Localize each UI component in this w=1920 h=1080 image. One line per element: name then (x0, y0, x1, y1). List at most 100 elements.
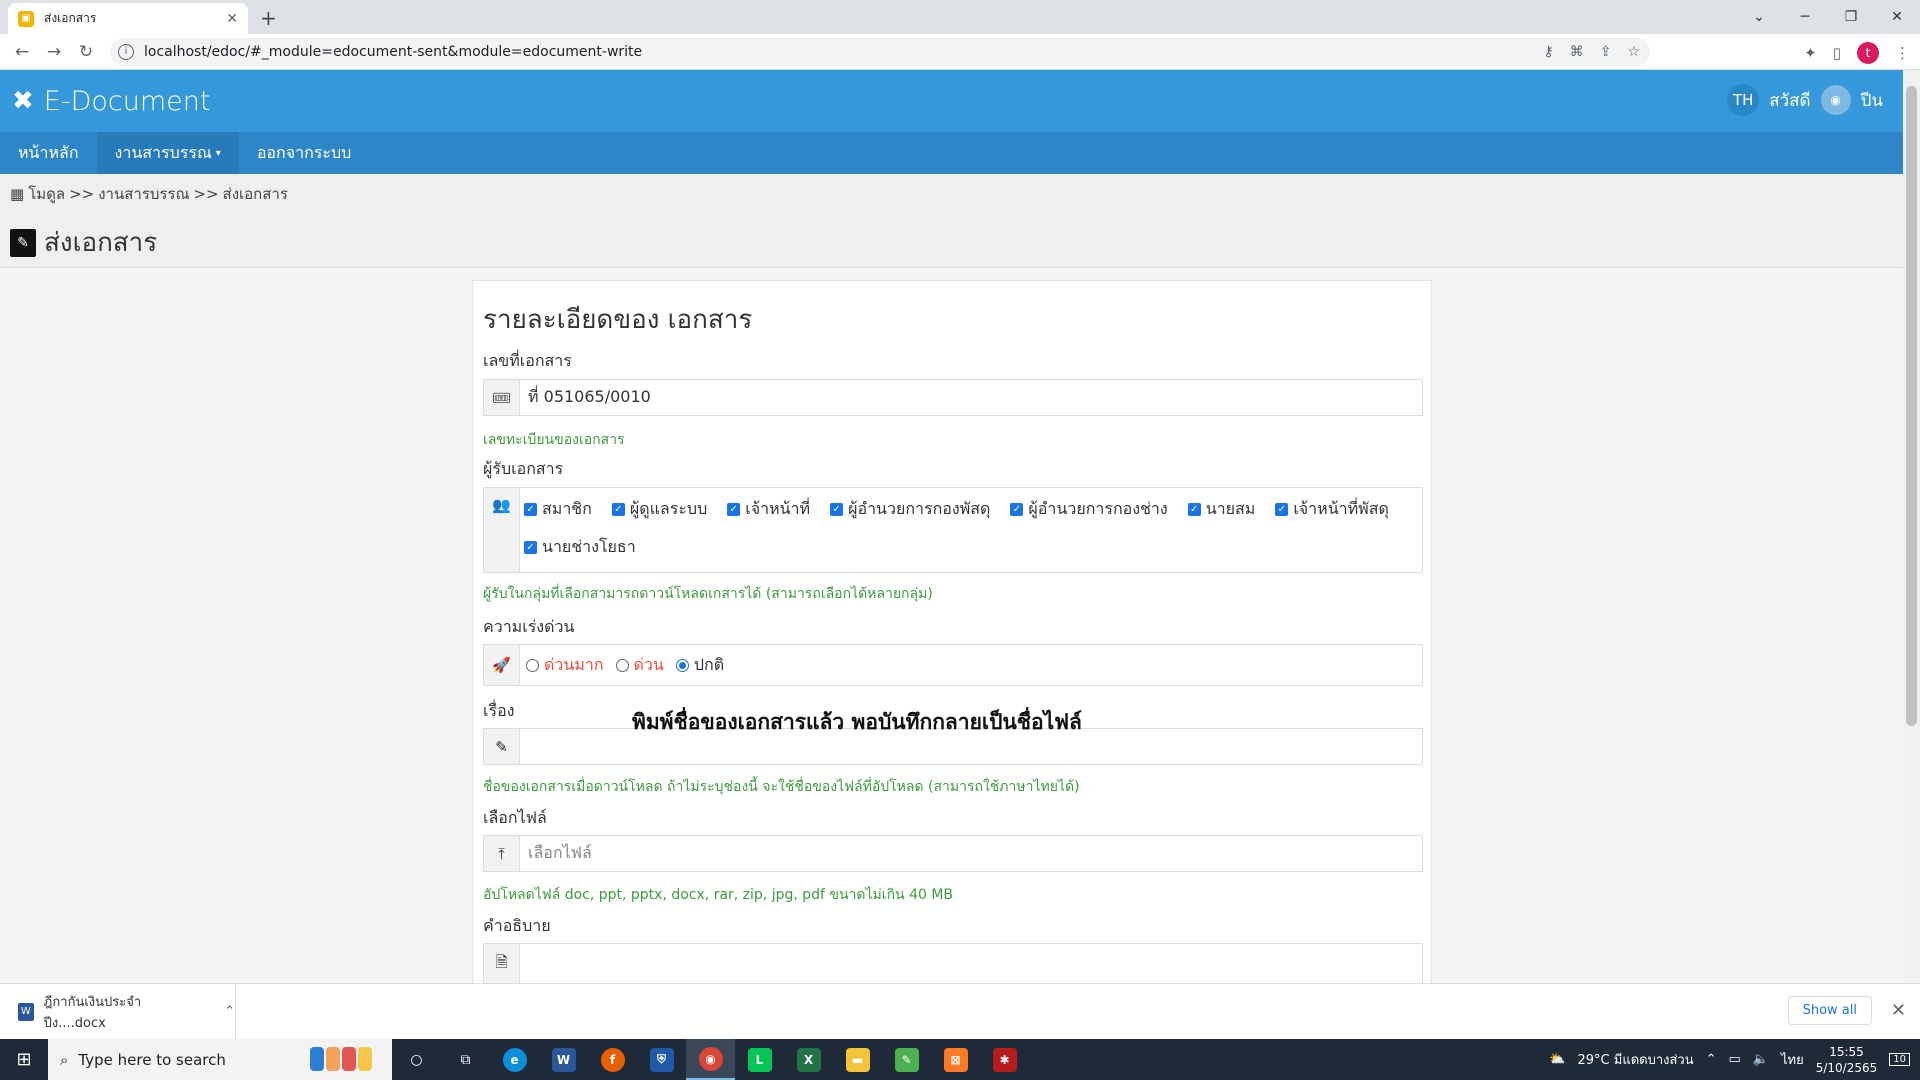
cortana-icon[interactable]: ○ (392, 1039, 441, 1080)
doc-no-label: เลขที่เอกสาร (483, 351, 572, 370)
minimize-icon[interactable]: ─ (1782, 3, 1828, 31)
username-text[interactable]: ปีน (1861, 87, 1883, 114)
recipient-label: สมาชิก (542, 498, 592, 518)
form-heading: รายละเอียดของ เอกสาร (483, 305, 753, 335)
checkbox-icon[interactable]: ✓ (524, 502, 537, 516)
recipient-checkbox[interactable]: ✓ นายช่างโยธา (524, 530, 636, 564)
tray-chevron-icon[interactable]: ⌃ (1706, 1052, 1717, 1067)
word-icon[interactable]: W (539, 1039, 588, 1080)
line-icon[interactable]: L (735, 1039, 784, 1080)
breadcrumb-correspondence[interactable]: งานสารบรรณ (98, 182, 189, 206)
tools-icon: ✖ (12, 86, 34, 116)
edge-icon[interactable]: e (490, 1039, 539, 1080)
language-button[interactable]: TH (1727, 84, 1760, 116)
urgency-label-text: ด่วนมาก (544, 654, 604, 674)
radio-icon[interactable] (526, 658, 539, 672)
checkbox-icon[interactable]: ✓ (1275, 502, 1289, 516)
radio-icon[interactable] (615, 658, 629, 672)
restore-icon[interactable]: ❐ (1828, 3, 1874, 31)
user-avatar[interactable]: ◉ (1820, 85, 1851, 115)
window-close-icon[interactable]: ✕ (1874, 3, 1920, 31)
notepad-icon[interactable]: ✎ (882, 1039, 931, 1080)
recipient-checkbox[interactable]: ✓ ผู้ดูแลระบบ (611, 492, 707, 526)
windows-start-icon[interactable]: ⊞ (0, 1039, 48, 1080)
checkbox-icon[interactable]: ✓ (524, 540, 537, 554)
side-panel-icon[interactable]: ▯ (1833, 44, 1841, 62)
word-doc-icon: W (18, 1002, 34, 1021)
menu-correspondence[interactable]: งานสารบรรณ ▾ (96, 132, 239, 174)
recipient-checkbox[interactable]: ✓ เจ้าหน้าที่พัสดุ (1275, 492, 1389, 526)
recipients-checkboxes: ✓ สมาชิก ✓ ผู้ดูแลระบบ ✓ เจ้าหน้าที่ ✓ ผู้อำนวย… (520, 488, 1422, 572)
volume-icon[interactable]: 🔈 (1753, 1052, 1769, 1067)
urgency-radio[interactable]: ปกติ (675, 653, 724, 678)
bookmark-star-icon[interactable]: ☆ (1627, 44, 1640, 60)
page-scrollbar[interactable] (1903, 70, 1920, 983)
scrollbar-thumb[interactable] (1906, 86, 1917, 726)
checkbox-icon[interactable]: ✓ (727, 502, 741, 516)
recipient-checkbox[interactable]: ✓ สมาชิก (524, 492, 592, 526)
show-all-button[interactable]: Show all (1787, 996, 1872, 1025)
checkbox-icon[interactable]: ✓ (1010, 502, 1024, 516)
menu-home[interactable]: หน้าหลัก (0, 132, 97, 174)
key-icon[interactable]: ⚷ (1543, 44, 1553, 60)
browser-tab[interactable]: ▣ ส่งเอกสาร ✕ (8, 3, 248, 34)
urgency-radio[interactable]: ด่วน (615, 653, 664, 678)
file-explorer-icon[interactable]: ▬ (833, 1039, 882, 1080)
reload-icon[interactable]: ↻ (70, 42, 102, 62)
new-tab-icon[interactable]: + (260, 6, 277, 30)
file-input[interactable]: เลือกไฟล์ (520, 836, 1422, 871)
recipients-group: 👥 ✓ สมาชิก ✓ ผู้ดูแลระบบ ✓ เจ้าหน้าที่ ✓ ผู้อำน… (483, 487, 1423, 573)
window-controls: ⌄ ─ ❐ ✕ (1736, 3, 1920, 31)
checkbox-icon[interactable]: ✓ (1187, 502, 1201, 516)
chrome-icon[interactable]: ◉ (686, 1039, 735, 1080)
xampp-icon[interactable]: ⊠ (931, 1039, 980, 1080)
download-item[interactable]: W ฎีกากันเงินประจำปีง....docx ⌃ (0, 984, 236, 1039)
radio-icon[interactable] (675, 658, 689, 672)
share-icon[interactable]: ⇪ (1600, 44, 1612, 60)
checkbox-icon[interactable]: ✓ (830, 502, 844, 516)
downloads-close-icon[interactable]: ✕ (1891, 1000, 1906, 1021)
extension-icons: ✦ ▯ t ⋮ (1804, 42, 1910, 64)
main-menu: หน้าหลัก งานสารบรรณ ▾ ออกจากระบบ (0, 132, 1903, 174)
tab-close-icon[interactable]: ✕ (226, 11, 238, 27)
taskbar-search[interactable]: ⌕ Type here to search (48, 1039, 392, 1080)
tab-search-icon[interactable]: ⌄ (1736, 3, 1782, 31)
clock-time: 15:55 (1829, 1044, 1864, 1059)
app-brand[interactable]: ✖ E-Document (12, 86, 210, 117)
clock-date: 5/10/2565 (1815, 1060, 1878, 1075)
browser-menu-icon[interactable]: ⋮ (1895, 44, 1910, 62)
breadcrumb-modules[interactable]: โมดูล (28, 182, 65, 206)
profile-avatar[interactable]: t (1857, 42, 1879, 64)
recipient-checkbox[interactable]: ✓ นายสม (1187, 492, 1256, 526)
description-input[interactable] (520, 944, 1422, 983)
network-icon[interactable]: ▭ (1729, 1052, 1741, 1067)
forward-icon[interactable]: → (38, 42, 70, 62)
translate-icon[interactable]: ⌘ (1570, 44, 1584, 60)
user-area: TH สวัสดี ◉ ปีน (1727, 84, 1883, 116)
recipient-checkbox[interactable]: ✓ ผู้อำนวยการกองช่าง (1010, 492, 1168, 526)
urgency-radio[interactable]: ด่วนมาก (526, 653, 604, 678)
checkbox-icon[interactable]: ✓ (611, 502, 625, 516)
excel-icon[interactable]: X (784, 1039, 833, 1080)
urgency-label-text: ด่วน (633, 654, 664, 674)
chevron-up-icon[interactable]: ⌃ (224, 1004, 235, 1019)
address-bar[interactable]: i localhost/edoc/#_module=edocument-sent… (110, 38, 1650, 66)
defender-icon[interactable]: ⛨ (637, 1039, 686, 1080)
site-info-icon[interactable]: i (118, 44, 134, 60)
ime-indicator[interactable]: ไทย (1781, 1049, 1804, 1070)
extensions-puzzle-icon[interactable]: ✦ (1804, 44, 1817, 62)
weather-text[interactable]: 29°C มีแดดบางส่วน (1578, 1049, 1694, 1070)
firefox-icon[interactable]: f (588, 1039, 637, 1080)
clock[interactable]: 15:55 5/10/2565 (1816, 1044, 1878, 1076)
ticket-icon: 🎟 (484, 380, 520, 415)
notification-center-icon[interactable]: 10 (1889, 1053, 1910, 1066)
task-view-icon[interactable]: ⧉ (441, 1039, 490, 1080)
app-icon[interactable]: ✱ (980, 1039, 1029, 1080)
recipient-checkbox[interactable]: ✓ ผู้อำนวยการกองพัสดุ (830, 492, 990, 526)
brand-name: E-Document (43, 85, 211, 117)
doc-no-field[interactable]: ที่ 051065/0010 (520, 380, 1422, 415)
back-icon[interactable]: ← (6, 42, 38, 62)
menu-logout[interactable]: ออกจากระบบ (239, 132, 369, 174)
recipient-checkbox[interactable]: ✓ เจ้าหน้าที่ (727, 492, 810, 526)
recipient-label: นายสม (1205, 498, 1256, 518)
